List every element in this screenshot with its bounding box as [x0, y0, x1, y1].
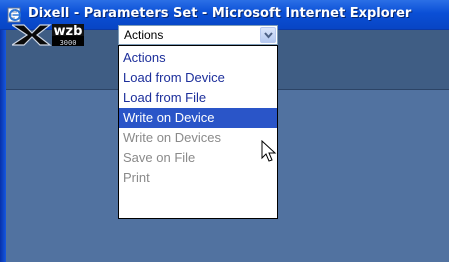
- actions-select-button[interactable]: [260, 27, 276, 43]
- option-load-from-device[interactable]: Load from Device: [119, 68, 277, 88]
- mouse-pointer-icon: [261, 140, 277, 162]
- option-write-on-devices: Write on Devices: [123, 130, 222, 145]
- option-load-from-file[interactable]: Load from File: [119, 88, 277, 108]
- wzb-logo: wzb 3000: [12, 24, 84, 47]
- option-print: Print: [123, 170, 150, 185]
- browser-window: Dixell - Parameters Set - Microsoft Inte…: [0, 0, 449, 262]
- option-save-on-file: Save on File: [123, 150, 196, 165]
- actions-select[interactable]: Actions: [118, 25, 278, 45]
- option-actions[interactable]: Actions: [119, 48, 277, 68]
- actions-dropdown-list: Actions Load from Device Load from File …: [118, 45, 278, 219]
- actions-select-value: Actions: [124, 28, 164, 42]
- option-write-on-device[interactable]: Write on Device: [119, 108, 277, 128]
- window-title: Dixell - Parameters Set - Microsoft Inte…: [28, 6, 412, 21]
- chevron-down-icon: [264, 32, 273, 39]
- logo-text: wzb: [54, 24, 83, 39]
- logo-subtext: 3000: [60, 39, 77, 47]
